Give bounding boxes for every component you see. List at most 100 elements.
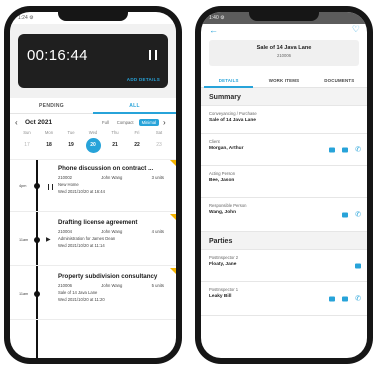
tab-all[interactable]: ALL (93, 98, 176, 114)
tab-work-items[interactable]: WORK ITEMS (256, 72, 311, 87)
calendar-day[interactable]: Sat 23 (148, 130, 170, 153)
mode-full[interactable]: Full (99, 119, 112, 126)
calendar-day[interactable]: Mon 18 (38, 130, 60, 153)
field-actions: ✆ (329, 295, 361, 302)
chevron-left-icon[interactable]: ‹ (15, 118, 23, 127)
timeline-dot (34, 183, 40, 189)
chat-icon[interactable] (342, 296, 349, 301)
calendar-day[interactable]: Tue 19 (60, 130, 82, 153)
entry-meta: 210002 John Wang 3 units (58, 175, 170, 180)
phone-icon[interactable]: ✆ (355, 146, 361, 153)
day-number[interactable]: 18 (42, 138, 57, 153)
play-icon[interactable]: ▶ (46, 236, 51, 243)
entry-title: Drafting license agreement (58, 219, 138, 226)
field-value: Bee, Jason (209, 178, 235, 183)
screen-matter-details: 1:40 ⚙ ← ♡ Sale of 14 Java Lane 210006 D… (201, 12, 367, 358)
field-label: Responsible Person (209, 203, 247, 208)
mode-minimal[interactable]: Minimal (138, 118, 159, 126)
summary-fields: Conveyancing / Purchase Sale of 14 Java L… (201, 106, 367, 232)
field-value: Sale of 14 Java Lane (209, 118, 256, 123)
app-bar: ← ♡ (201, 24, 367, 40)
detail-field[interactable]: PostInspector 2 Floaty, Jane (201, 250, 367, 282)
timer-value: 00:16:44 (27, 47, 88, 64)
calendar-month: Oct 2021 (25, 118, 53, 126)
day-number[interactable]: 19 (64, 138, 79, 153)
phone-icon[interactable]: ✆ (355, 211, 361, 218)
detail-field[interactable]: Acting Person Bee, Jason (201, 166, 367, 198)
day-of-week: Sat (155, 130, 163, 135)
notch (249, 12, 319, 21)
detail-tabs: DETAILS WORK ITEMS DOCUMENTS (201, 72, 367, 88)
entry-units: 5 units (151, 283, 164, 288)
tab-details[interactable]: DETAILS (201, 72, 256, 88)
entry-detail: Sale of 14 Java Lane (58, 290, 98, 295)
entry-time: 4pm (19, 184, 27, 188)
party-fields: PostInspector 2 Floaty, Jane PostInspector… (201, 250, 367, 316)
mail-icon[interactable] (342, 212, 349, 217)
day-of-week: Tue (67, 130, 75, 135)
field-actions: ✆ (342, 211, 361, 218)
section-summary: Summary (201, 88, 367, 106)
day-number[interactable]: 21 (108, 138, 123, 153)
flag-marker (170, 268, 176, 274)
view-mode-group: Full Compact Minimal (99, 118, 159, 126)
selected-day-number[interactable]: 20 (85, 138, 101, 153)
field-value: Wang, John (209, 210, 237, 215)
timeline-entry[interactable]: 11am Property subdivision consultancy 2100… (10, 268, 176, 320)
chat-icon[interactable] (342, 147, 349, 152)
detail-field[interactable]: Responsible Person Wang, John ✆ (201, 198, 367, 232)
field-actions (355, 263, 361, 268)
mail-icon[interactable] (329, 296, 336, 301)
timer-card: 00:16:44 ADD DETAILS (18, 34, 168, 88)
detail-field[interactable]: Client Morgan, Arthur ✆ (201, 134, 367, 166)
entry-meta: 210004 John Wang 4 units (58, 229, 170, 234)
tab-pending[interactable]: PENDING (10, 98, 93, 113)
timeline: 4pm Phone discussion on contract ... 21000… (10, 159, 176, 358)
entry-body: Phone discussion on contract ... 210002 Jo… (58, 165, 170, 194)
mail-icon[interactable] (329, 147, 336, 152)
detail-field[interactable]: PostInspector 1 Leaky Bill ✆ (201, 282, 367, 316)
back-arrow-icon[interactable]: ← (209, 25, 218, 35)
calendar-day[interactable]: Sun 17 (16, 130, 38, 153)
day-of-week: Mon (44, 130, 54, 135)
calendar-day[interactable]: Wed 20 (82, 130, 104, 153)
field-label: PostInspector 2 (209, 255, 239, 260)
tab-documents[interactable]: DOCUMENTS (312, 72, 367, 87)
chevron-right-icon[interactable]: › (163, 118, 171, 127)
timeline-entry[interactable]: 4pm Phone discussion on contract ... 21000… (10, 160, 176, 212)
day-number[interactable]: 22 (130, 138, 145, 153)
mode-compact[interactable]: Compact (114, 119, 137, 126)
entry-date: Wed 2021/10/20 at 11:14 (58, 243, 105, 248)
entry-date: Wed 2021/10/20 at 16:44 (58, 189, 105, 194)
phone-frame-right: 1:40 ⚙ ← ♡ Sale of 14 Java Lane 210006 D… (195, 6, 373, 364)
entry-person: John Wang (101, 229, 123, 234)
add-details-button[interactable]: ADD DETAILS (127, 77, 160, 82)
mail-icon[interactable] (355, 263, 361, 268)
calendar-day[interactable]: Thu 21 (104, 130, 126, 153)
entry-title: Property subdivision consultancy (58, 273, 158, 280)
entry-units: 3 units (151, 175, 164, 180)
phone-icon[interactable]: ✆ (355, 295, 361, 302)
notch (58, 12, 128, 21)
pause-icon[interactable] (48, 184, 53, 190)
flag-marker (170, 214, 176, 220)
field-value: Floaty, Jane (209, 262, 237, 267)
field-label: Client (209, 139, 220, 144)
timer-area: 00:16:44 ADD DETAILS (10, 24, 176, 98)
day-of-week: Fri (134, 130, 140, 135)
day-number[interactable]: 17 (20, 138, 35, 153)
pause-icon[interactable] (149, 50, 157, 60)
day-number[interactable]: 23 (152, 138, 167, 153)
entry-units: 4 units (151, 229, 164, 234)
field-label: Conveyancing / Purchase (209, 111, 257, 116)
matter-number: 210006 (277, 53, 291, 58)
timeline-entry[interactable]: 11am ▶ Drafting license agreement 210004 Joh… (10, 214, 176, 266)
day-of-week: Wed (88, 130, 98, 135)
detail-field[interactable]: Conveyancing / Purchase Sale of 14 Java L… (201, 106, 367, 134)
calendar-day[interactable]: Fri 22 (126, 130, 148, 153)
entry-detail: Administration for James Dean (58, 236, 116, 241)
phone-frame-left: 1:24 ⚙ 00:16:44 ADD DETAILS PENDING ALL … (4, 6, 182, 364)
heart-icon[interactable]: ♡ (352, 24, 360, 35)
matter-title: Sale of 14 Java Lane (256, 45, 312, 51)
calendar-week: Sun 17 Mon 18 Tue 19 Wed 20 Thu 21 Fri 22 Sat 23 (10, 130, 176, 153)
